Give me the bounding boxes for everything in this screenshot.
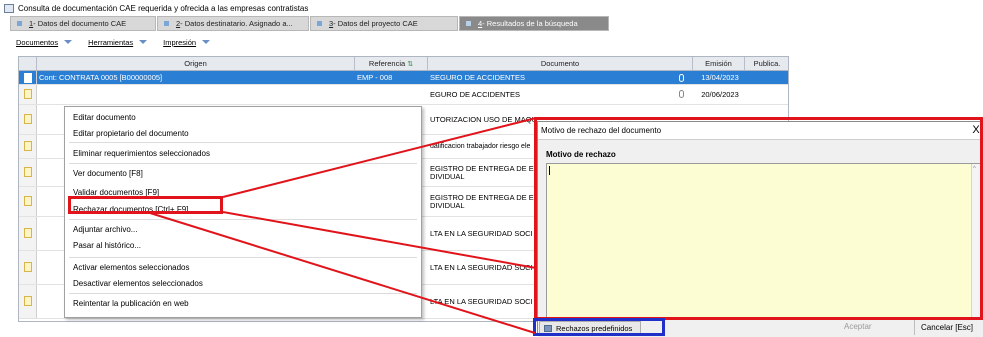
annotation-lines: [149, 117, 537, 334]
annotation-line-top: [222, 117, 537, 198]
annotation-line-bottom: [149, 212, 536, 334]
annotation-line-middle: [222, 211, 537, 269]
